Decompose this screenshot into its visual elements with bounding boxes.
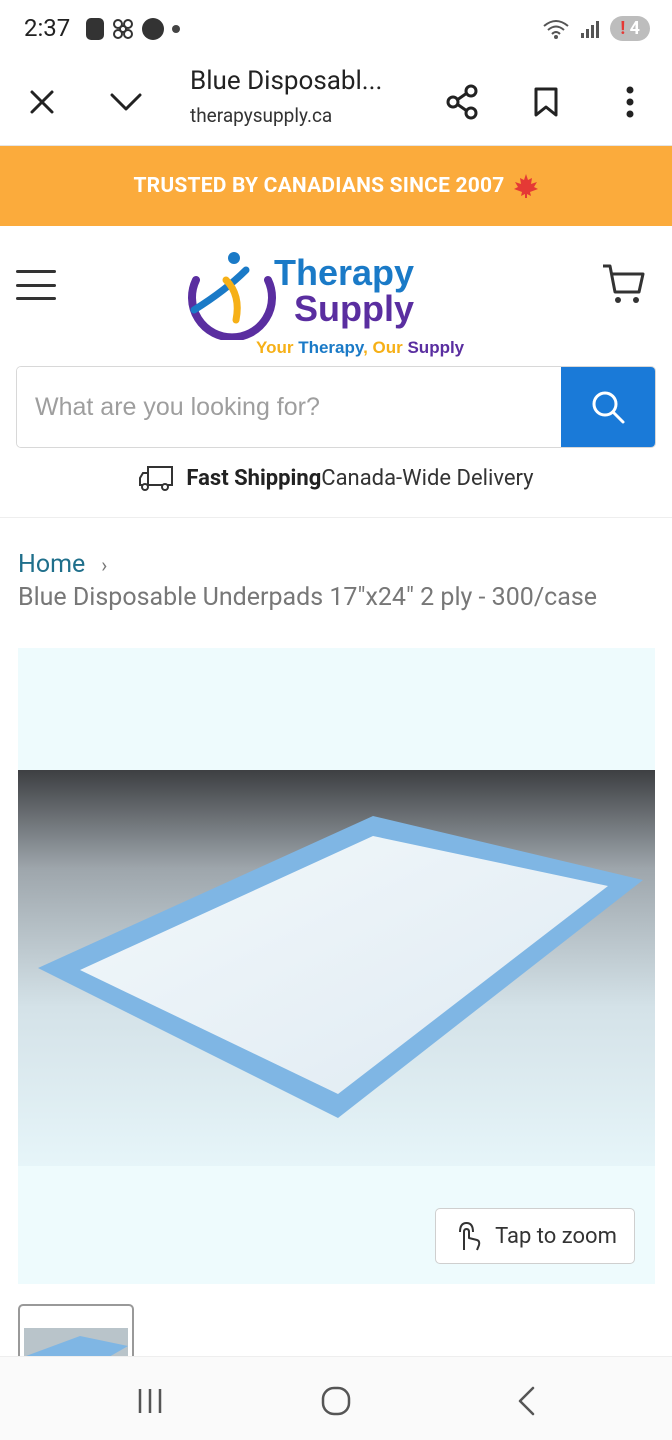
- more-vertical-icon: [626, 86, 634, 118]
- search-bar: [16, 366, 656, 448]
- site-header: Therapy Supply Your Therapy, Our Supply …: [0, 226, 672, 518]
- shipping-info: Fast ShippingCanada-Wide Delivery: [0, 464, 672, 492]
- maple-leaf-icon: [513, 174, 538, 198]
- breadcrumb-separator: ›: [101, 553, 108, 577]
- search-icon: [592, 391, 625, 424]
- bookmark-button[interactable]: [524, 80, 568, 124]
- system-nav-bar: [0, 1356, 672, 1440]
- close-icon: [30, 90, 54, 114]
- back-button[interactable]: [506, 1381, 546, 1421]
- search-button[interactable]: [561, 367, 655, 447]
- underpad-photo: [18, 770, 655, 1166]
- hamburger-line: [16, 270, 56, 273]
- alert-notification-icon: [86, 18, 104, 40]
- status-system-icons: ! 4: [542, 16, 650, 41]
- share-button[interactable]: [440, 80, 484, 124]
- menu-button[interactable]: [16, 270, 56, 300]
- fan-app-icon: [113, 19, 133, 39]
- signal-icon: [581, 20, 600, 38]
- more-notifications-dot: [172, 25, 180, 33]
- breadcrumb-current: Blue Disposable Underpads 17"x24" 2 ply …: [18, 583, 597, 612]
- delivery-truck-icon: [139, 466, 174, 491]
- site-logo[interactable]: Therapy Supply Your Therapy, Our Supply: [176, 244, 496, 357]
- recent-apps-button[interactable]: [130, 1381, 170, 1421]
- tagline-part: , Our: [363, 338, 408, 357]
- play-app-icon: [142, 18, 164, 40]
- zoom-label: Tap to zoom: [495, 1223, 617, 1249]
- breadcrumb: Home › Blue Disposable Underpads 17"x24"…: [18, 550, 658, 612]
- badge-alert-mark: !: [620, 18, 626, 39]
- status-notification-icons: [86, 18, 180, 40]
- promo-banner: TRUSTED BY CANADIANS SINCE 2007: [0, 146, 672, 226]
- hamburger-line: [16, 297, 56, 300]
- home-circle-icon: [321, 1386, 351, 1416]
- cart-button[interactable]: [600, 260, 648, 308]
- status-bar: 2:37 ! 4: [0, 0, 672, 60]
- recent-apps-icon: [138, 1389, 162, 1413]
- notification-badge: ! 4: [610, 16, 650, 41]
- tagline-part: Supply: [407, 338, 465, 357]
- shipping-bold-text: Fast Shipping: [186, 465, 322, 491]
- browser-toolbar: Blue Disposabl... therapysupply.ca: [0, 60, 672, 146]
- home-button[interactable]: [316, 1381, 356, 1421]
- tagline-part: Therapy: [298, 338, 364, 357]
- tap-hand-icon: [459, 1221, 481, 1251]
- search-input[interactable]: [17, 367, 561, 447]
- promo-text: TRUSTED BY CANADIANS SINCE 2007: [133, 174, 505, 198]
- chevron-down-icon: [110, 93, 142, 111]
- cart-icon: [603, 264, 645, 303]
- back-chevron-icon: [518, 1386, 535, 1416]
- hamburger-line: [16, 283, 56, 287]
- share-icon: [446, 84, 478, 120]
- breadcrumb-home-link[interactable]: Home: [18, 550, 85, 579]
- logo-tagline: Your Therapy, Our Supply: [256, 338, 464, 358]
- status-time: 2:37: [24, 14, 71, 42]
- page-title: Blue Disposabl...: [190, 66, 383, 96]
- tagline-part: Your: [256, 338, 299, 357]
- page-url: therapysupply.ca: [190, 104, 333, 127]
- shipping-text: Canada-Wide Delivery: [321, 465, 534, 491]
- close-tab-button[interactable]: [20, 80, 64, 124]
- minimize-tab-button[interactable]: [104, 80, 148, 124]
- logo-name-line2: Supply: [294, 288, 415, 329]
- product-image[interactable]: Tap to zoom: [18, 648, 655, 1284]
- bookmark-icon: [534, 87, 558, 117]
- more-options-button[interactable]: [608, 80, 652, 124]
- tap-to-zoom-button[interactable]: Tap to zoom: [435, 1208, 635, 1264]
- badge-count: 4: [629, 18, 640, 39]
- logo-swoosh-icon: [188, 252, 276, 340]
- wifi-icon: [543, 19, 569, 39]
